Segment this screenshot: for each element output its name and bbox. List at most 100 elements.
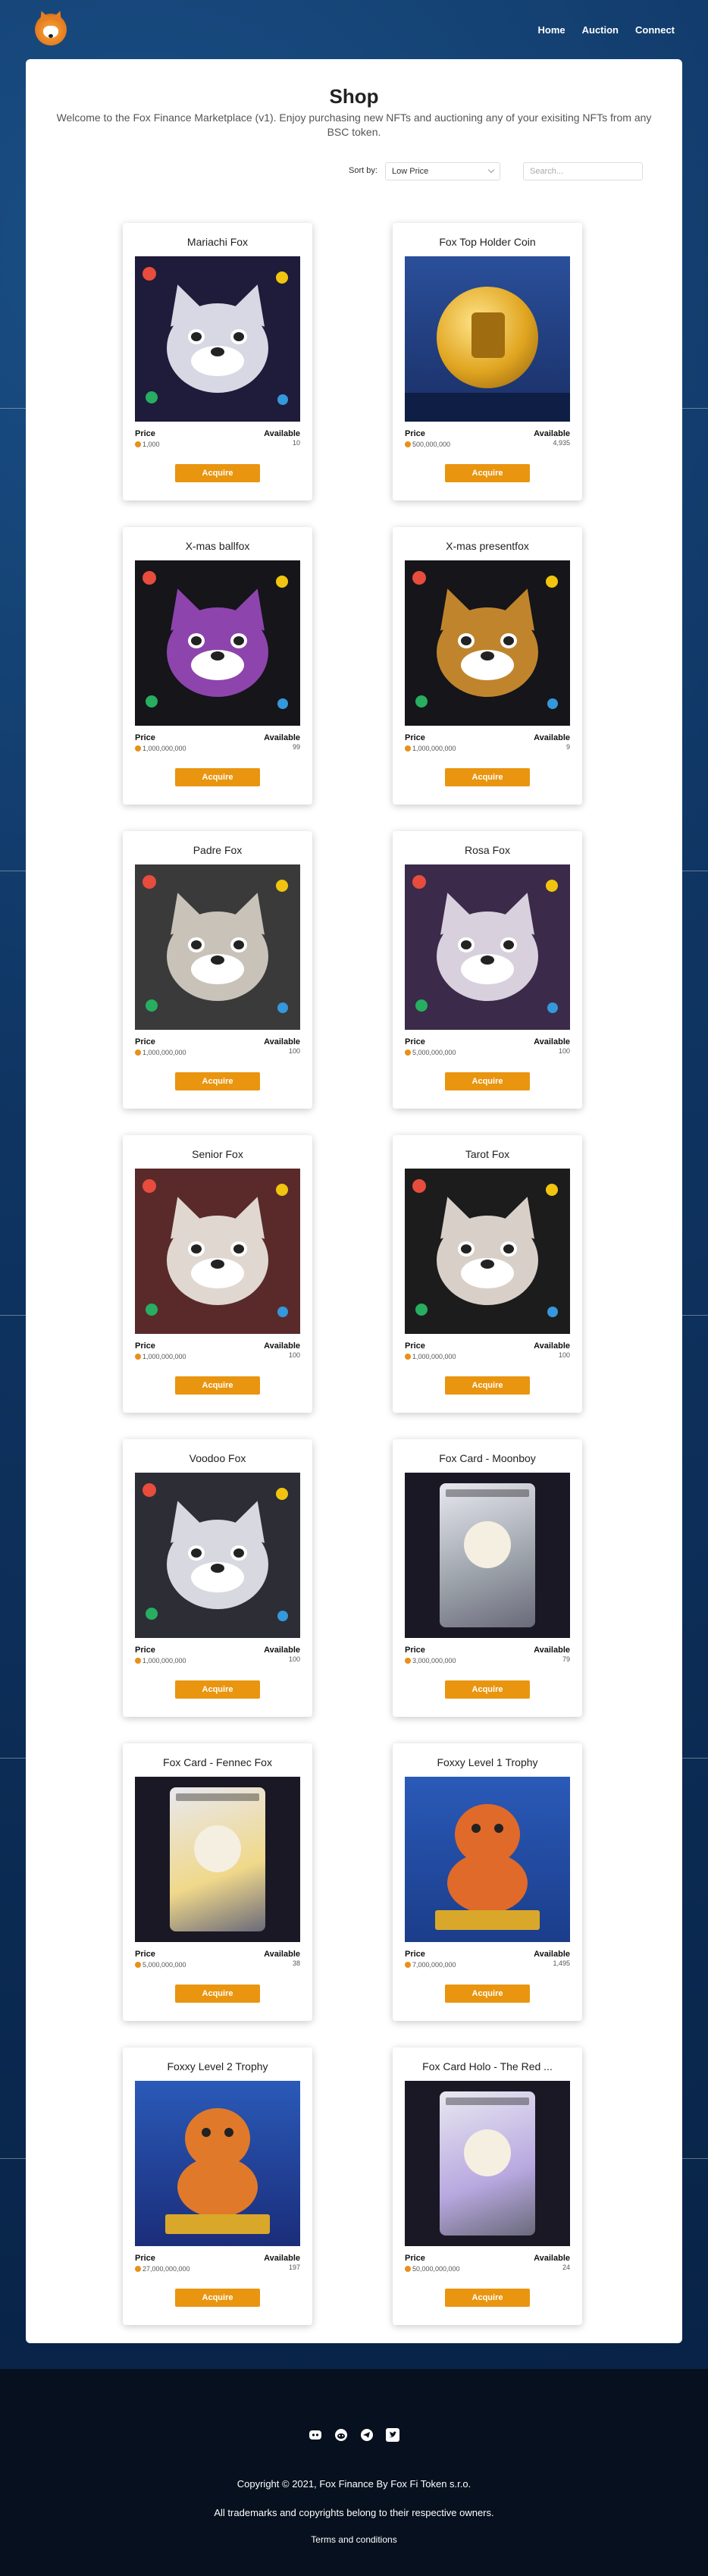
- price-value: 5,000,000,000: [405, 1049, 456, 1056]
- product-image[interactable]: [135, 2081, 300, 2246]
- search-input[interactable]: [523, 162, 643, 180]
- nav-connect-link[interactable]: Connect: [635, 24, 675, 36]
- fox-finance-logo[interactable]: [35, 9, 67, 45]
- coin-icon: [405, 1962, 411, 1968]
- acquire-button[interactable]: Acquire: [445, 1376, 530, 1395]
- price-label: Price: [405, 2254, 425, 2263]
- product-card[interactable]: Fox Card - Moonboy Price Available 3,000,00…: [393, 1439, 582, 1717]
- available-value: 197: [288, 2264, 300, 2271]
- product-image[interactable]: [405, 864, 570, 1030]
- product-name: Fox Card - Moonboy: [439, 1452, 536, 1464]
- reddit-icon[interactable]: [334, 2428, 348, 2442]
- available-value: 38: [292, 1959, 300, 1967]
- product-name: Fox Card - Fennec Fox: [163, 1756, 272, 1768]
- product-image[interactable]: [405, 256, 570, 422]
- price-amount: 1,000,000,000: [143, 1657, 186, 1665]
- product-name: Fox Top Holder Coin: [439, 236, 536, 248]
- coin-icon: [135, 1354, 141, 1360]
- product-card[interactable]: X-mas ballfox Price Available 1,000,000,000…: [123, 527, 312, 805]
- chevron-down-icon: [487, 166, 495, 174]
- available-value: 24: [562, 2264, 570, 2271]
- product-card[interactable]: Senior Fox Price Available 1,000,000,000 100…: [123, 1135, 312, 1413]
- price-label: Price: [405, 1341, 425, 1351]
- acquire-button[interactable]: Acquire: [175, 2289, 260, 2307]
- product-card[interactable]: Voodoo Fox Price Available 1,000,000,000 100…: [123, 1439, 312, 1717]
- page-subtitle: Welcome to the Fox Finance Marketplace (…: [56, 111, 652, 138]
- discord-icon[interactable]: [309, 2428, 322, 2442]
- product-image[interactable]: [405, 1473, 570, 1638]
- product-image[interactable]: [135, 1777, 300, 1942]
- product-card[interactable]: Mariachi Fox Price Available 1,000 10 Acquire: [123, 223, 312, 500]
- acquire-button[interactable]: Acquire: [175, 1985, 260, 2003]
- product-image[interactable]: [135, 256, 300, 422]
- acquire-button[interactable]: Acquire: [445, 768, 530, 786]
- product-card[interactable]: Fox Card Holo - The Red ... Price Availabl…: [393, 2047, 582, 2325]
- product-card[interactable]: Foxxy Level 1 Trophy Price Available 7,000,…: [393, 1743, 582, 2021]
- product-card[interactable]: Foxxy Level 2 Trophy Price Available 27,000…: [123, 2047, 312, 2325]
- price-amount: 1,000: [143, 441, 160, 448]
- available-label: Available: [264, 1341, 300, 1351]
- price-amount: 7,000,000,000: [412, 1961, 456, 1969]
- fox-artwork: [405, 560, 570, 726]
- product-card[interactable]: Fox Top Holder Coin Price Available 500,000…: [393, 223, 582, 500]
- available-value: 100: [288, 1655, 300, 1663]
- product-name: Mariachi Fox: [186, 236, 249, 248]
- acquire-button[interactable]: Acquire: [445, 2289, 530, 2307]
- price-amount: 1,000,000,000: [143, 745, 186, 752]
- coin-icon: [405, 1050, 411, 1056]
- available-label: Available: [264, 1037, 300, 1046]
- price-value: 500,000,000: [405, 441, 450, 448]
- product-image[interactable]: [405, 1777, 570, 1942]
- coin-artwork: [405, 256, 570, 422]
- product-image[interactable]: [135, 1473, 300, 1638]
- product-image[interactable]: [405, 2081, 570, 2246]
- acquire-button[interactable]: Acquire: [175, 768, 260, 786]
- product-image[interactable]: [135, 1169, 300, 1334]
- acquire-button[interactable]: Acquire: [445, 1985, 530, 2003]
- product-image[interactable]: [405, 560, 570, 726]
- price-label: Price: [405, 1646, 425, 1655]
- twitter-icon[interactable]: [386, 2428, 399, 2442]
- price-value: 1,000,000,000: [405, 1353, 456, 1360]
- fox-artwork: [405, 1169, 570, 1334]
- coin-icon: [405, 441, 411, 447]
- price-label: Price: [135, 429, 155, 438]
- acquire-button[interactable]: Acquire: [175, 1072, 260, 1090]
- product-card[interactable]: Fox Card - Fennec Fox Price Available 5,000…: [123, 1743, 312, 2021]
- product-name: Padre Fox: [193, 844, 243, 856]
- available-label: Available: [264, 1950, 300, 1959]
- acquire-button[interactable]: Acquire: [445, 464, 530, 482]
- product-card[interactable]: Padre Fox Price Available 1,000,000,000 100 A…: [123, 831, 312, 1109]
- product-name: X-mas presentfox: [446, 540, 529, 552]
- available-value: 100: [288, 1047, 300, 1055]
- available-value: 1,495: [553, 1959, 570, 1967]
- acquire-button[interactable]: Acquire: [175, 464, 260, 482]
- terms-link[interactable]: Terms and conditions: [0, 2534, 708, 2545]
- fox-artwork: [135, 1473, 300, 1638]
- product-card[interactable]: Rosa Fox Price Available 5,000,000,000 100 Ac…: [393, 831, 582, 1109]
- page-title: Shop: [329, 85, 379, 108]
- product-image[interactable]: [135, 560, 300, 726]
- product-name: Voodoo Fox: [189, 1452, 246, 1464]
- telegram-icon[interactable]: [360, 2428, 374, 2442]
- acquire-button[interactable]: Acquire: [445, 1072, 530, 1090]
- acquire-button[interactable]: Acquire: [445, 1680, 530, 1699]
- product-card[interactable]: X-mas presentfox Price Available 1,000,000,…: [393, 527, 582, 805]
- nav-auction-link[interactable]: Auction: [582, 24, 619, 36]
- nav-home-link[interactable]: Home: [537, 24, 565, 36]
- copyright-text: Copyright © 2021, Fox Finance By Fox Fi …: [237, 2478, 471, 2490]
- fox-artwork: [135, 1169, 300, 1334]
- product-name: X-mas ballfox: [185, 540, 250, 552]
- nav-links: Home Auction Connect: [537, 24, 675, 36]
- price-label: Price: [135, 1037, 155, 1046]
- product-card[interactable]: Tarot Fox Price Available 1,000,000,000 100 A…: [393, 1135, 582, 1413]
- product-image[interactable]: [405, 1169, 570, 1334]
- coin-icon: [135, 441, 141, 447]
- acquire-button[interactable]: Acquire: [175, 1376, 260, 1395]
- product-image[interactable]: [135, 864, 300, 1030]
- acquire-button[interactable]: Acquire: [175, 1680, 260, 1699]
- coin-icon: [135, 1658, 141, 1664]
- available-value: 100: [558, 1047, 570, 1055]
- price-value: 5,000,000,000: [135, 1961, 186, 1969]
- sort-select[interactable]: Low Price: [385, 162, 500, 180]
